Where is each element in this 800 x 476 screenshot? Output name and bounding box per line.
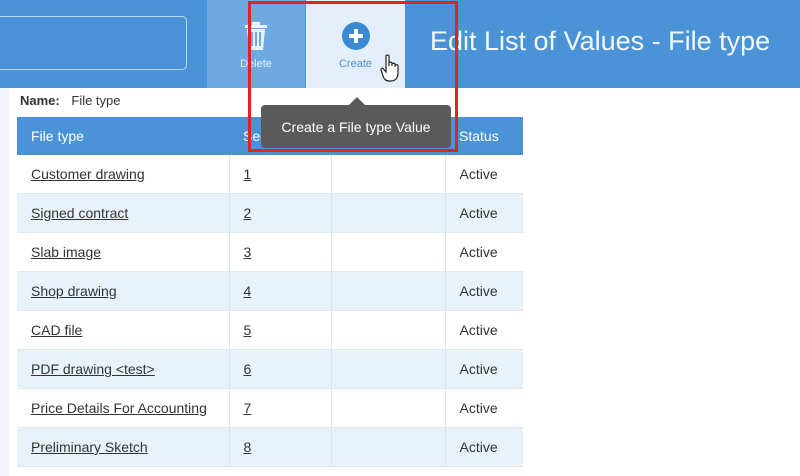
file-type-link[interactable]: Signed contract xyxy=(31,205,128,221)
seq-link[interactable]: 4 xyxy=(244,283,252,299)
hand-cursor-icon xyxy=(380,54,399,82)
table-row: Signed contract 2 Active xyxy=(17,193,523,233)
file-type-link[interactable]: Preliminary Sketch xyxy=(31,439,148,455)
status-cell: Active xyxy=(445,427,523,467)
seq-link[interactable]: 3 xyxy=(244,244,252,260)
table-row: Shop drawing 4 Active xyxy=(17,271,523,311)
header-file-type[interactable]: File type xyxy=(17,117,229,155)
empty-cell xyxy=(331,232,446,272)
status-cell: Active xyxy=(445,271,523,311)
file-type-link[interactable]: Shop drawing xyxy=(31,283,117,299)
table-row: Slab image 3 Active xyxy=(17,232,523,272)
seq-link[interactable]: 6 xyxy=(244,361,252,377)
name-label: Name: xyxy=(20,93,60,108)
table-row: Price Details For Accounting 7 Active xyxy=(17,388,523,428)
status-cell: Active xyxy=(445,349,523,389)
file-type-link[interactable]: Customer drawing xyxy=(31,166,145,182)
empty-cell xyxy=(331,349,446,389)
file-type-link[interactable]: Price Details For Accounting xyxy=(31,400,207,416)
empty-cell xyxy=(331,388,446,428)
status-cell: Active xyxy=(445,193,523,233)
name-value: File type xyxy=(71,93,121,108)
file-type-link[interactable]: CAD file xyxy=(31,322,82,338)
search-input[interactable] xyxy=(0,16,187,70)
empty-cell xyxy=(331,271,446,311)
table-row: Preliminary Sketch 8 Active xyxy=(17,427,523,467)
file-type-link[interactable]: PDF drawing <test> xyxy=(31,361,155,377)
table-row: PDF drawing <test> 6 Active xyxy=(17,349,523,389)
seq-link[interactable]: 7 xyxy=(244,400,252,416)
empty-cell xyxy=(331,155,446,194)
name-row: Name: File type xyxy=(20,93,121,108)
table-row: Customer drawing 1 Active xyxy=(17,155,523,194)
empty-cell xyxy=(331,427,446,467)
seq-link[interactable]: 8 xyxy=(244,439,252,455)
table-row: CAD file 5 Active xyxy=(17,310,523,350)
status-cell: Active xyxy=(445,155,523,194)
left-panel-edge xyxy=(0,88,9,476)
empty-cell xyxy=(331,193,446,233)
status-cell: Active xyxy=(445,388,523,428)
status-cell: Active xyxy=(445,310,523,350)
highlight-box xyxy=(248,1,458,152)
values-table: File type Seq Status Customer drawing 1 … xyxy=(17,117,523,467)
seq-link[interactable]: 2 xyxy=(244,205,252,221)
seq-link[interactable]: 5 xyxy=(244,322,252,338)
page-title: Edit List of Values - File type xyxy=(430,26,771,56)
file-type-link[interactable]: Slab image xyxy=(31,244,101,260)
seq-link[interactable]: 1 xyxy=(244,166,252,182)
empty-cell xyxy=(331,310,446,350)
status-cell: Active xyxy=(445,232,523,272)
